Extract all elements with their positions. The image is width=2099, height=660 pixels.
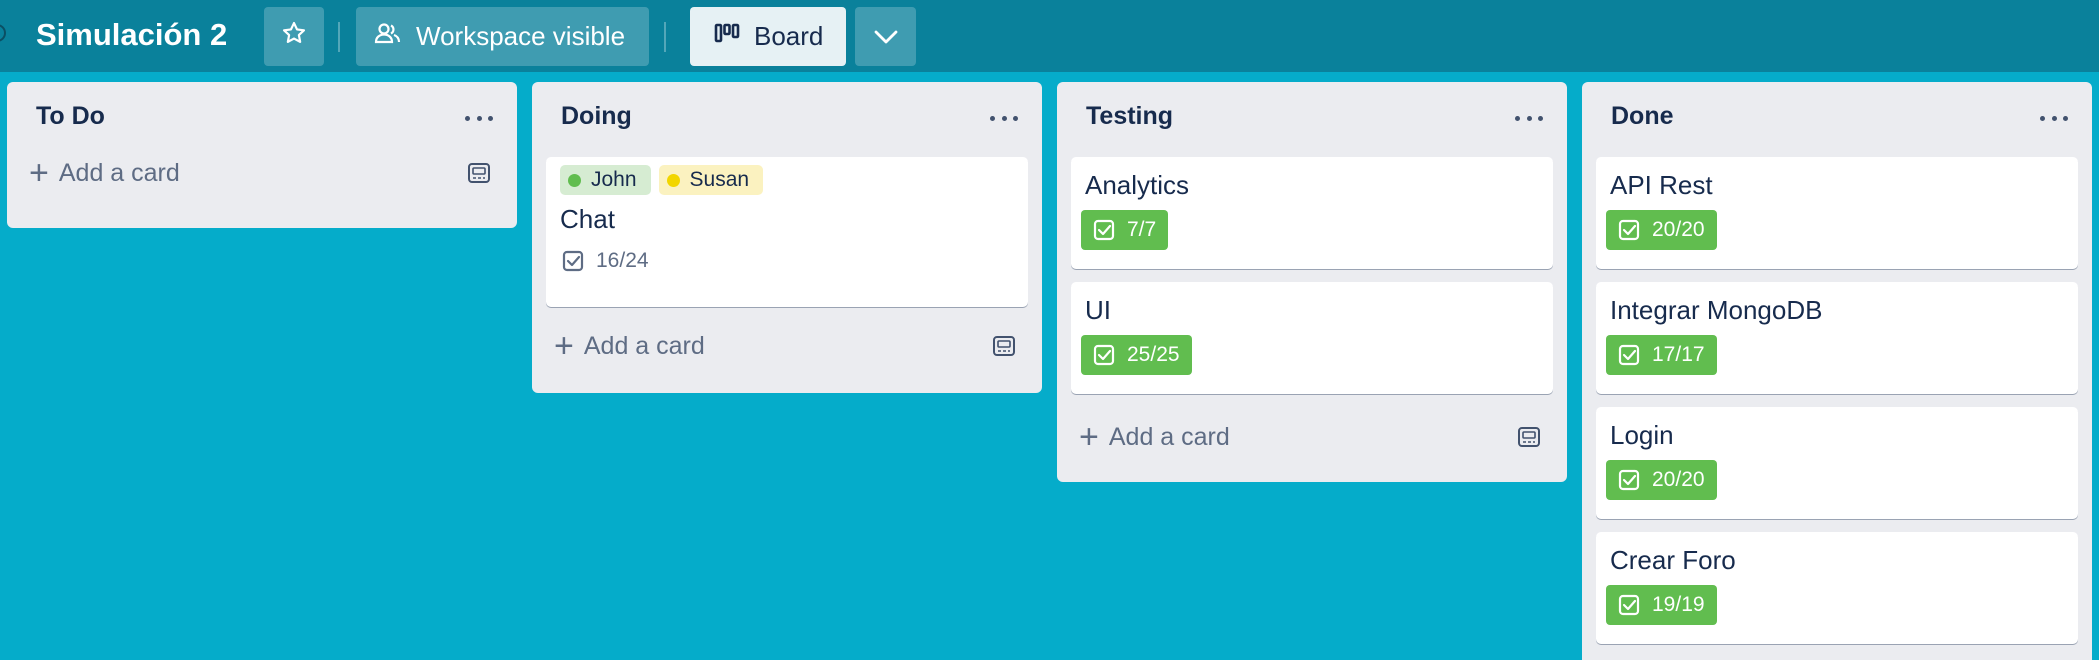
- card-title: Crear Foro: [1610, 545, 1736, 575]
- list-menu-button[interactable]: [2040, 104, 2068, 132]
- list-to-do: To Do + Add a card: [7, 82, 517, 228]
- add-card-button[interactable]: + Add a card: [546, 321, 1028, 371]
- plus-icon: +: [29, 154, 49, 192]
- list-menu-button[interactable]: [465, 104, 493, 132]
- add-card-button[interactable]: + Add a card: [1071, 412, 1553, 462]
- label-john[interactable]: John: [560, 165, 651, 195]
- card[interactable]: Crear Foro 19/19: [1596, 532, 2078, 644]
- card[interactable]: Integrar MongoDB 17/17: [1596, 282, 2078, 394]
- checklist-icon: [1618, 594, 1640, 616]
- board-view-button[interactable]: Board: [690, 7, 846, 66]
- checklist-badge: 20/20: [1606, 460, 1717, 500]
- visibility-label: Workspace visible: [416, 21, 626, 51]
- list-testing: Testing Analytics 7/7 UI 25/25 + Add a c…: [1057, 82, 1567, 482]
- list-title[interactable]: Done: [1611, 102, 1674, 131]
- list-title[interactable]: Testing: [1086, 102, 1173, 131]
- checklist-badge: 7/7: [1081, 210, 1169, 250]
- star-icon: [281, 20, 307, 53]
- card-title: API Rest: [1610, 170, 1713, 200]
- header-divider: [338, 22, 340, 52]
- checklist-icon: [1618, 469, 1640, 491]
- add-card-button[interactable]: + Add a card: [21, 148, 503, 198]
- create-from-template-icon[interactable]: [467, 162, 491, 191]
- board-view-icon: [714, 21, 740, 52]
- list-title[interactable]: To Do: [36, 102, 105, 131]
- board-view-label: Board: [754, 21, 824, 51]
- create-from-template-icon[interactable]: [992, 335, 1016, 364]
- checklist-count: 7/7: [1127, 218, 1157, 241]
- card-title: Chat: [560, 204, 615, 234]
- list-doing: Doing John Susan Chat 16/24 + Add a card: [532, 82, 1042, 393]
- workspace-people-icon: [374, 20, 402, 53]
- label-text: John: [591, 168, 637, 191]
- card[interactable]: John Susan Chat 16/24: [546, 157, 1028, 307]
- card-title: Login: [1610, 420, 1674, 450]
- create-from-template-icon[interactable]: [1517, 426, 1541, 455]
- list-title[interactable]: Doing: [561, 102, 632, 131]
- card[interactable]: API Rest 20/20: [1596, 157, 2078, 269]
- checklist-count: 19/19: [1652, 593, 1705, 616]
- add-card-label: Add a card: [58, 158, 180, 187]
- card[interactable]: Analytics 7/7: [1071, 157, 1553, 269]
- header-divider: [664, 22, 666, 52]
- checklist-icon: [1618, 219, 1640, 241]
- card-labels: John Susan: [560, 165, 1014, 195]
- checklist-count: 17/17: [1652, 343, 1705, 366]
- checklist-badge: 16/24: [556, 241, 661, 281]
- list-menu-button[interactable]: [1515, 104, 1543, 132]
- card[interactable]: UI 25/25: [1071, 282, 1553, 394]
- checklist-count: 20/20: [1652, 218, 1705, 241]
- member-avatar[interactable]: [0, 24, 6, 42]
- card[interactable]: Login 20/20: [1596, 407, 2078, 519]
- add-card-label: Add a card: [1108, 422, 1230, 451]
- card-title: UI: [1085, 295, 1111, 325]
- checklist-badge: 17/17: [1606, 335, 1717, 375]
- board-title[interactable]: Simulación 2: [36, 14, 227, 56]
- checklist-count: 16/24: [596, 249, 649, 272]
- label-text: Susan: [689, 168, 750, 191]
- checklist-badge: 19/19: [1606, 585, 1717, 625]
- checklist-badge: 20/20: [1606, 210, 1717, 250]
- checklist-icon: [562, 250, 584, 272]
- plus-icon: +: [1079, 418, 1099, 456]
- checklist-icon: [1093, 219, 1115, 241]
- label-susan[interactable]: Susan: [658, 165, 764, 195]
- board-header: Simulación 2 Workspace visible Board: [0, 0, 2099, 72]
- plus-icon: +: [554, 327, 574, 365]
- checklist-count: 25/25: [1127, 343, 1180, 366]
- view-switcher-button[interactable]: [855, 7, 916, 66]
- checklist-icon: [1093, 344, 1115, 366]
- list-menu-button[interactable]: [990, 104, 1018, 132]
- star-board-button[interactable]: [264, 7, 324, 66]
- checklist-icon: [1618, 344, 1640, 366]
- checklist-badge: 25/25: [1081, 335, 1192, 375]
- card-title: Analytics: [1085, 170, 1190, 200]
- list-done: Done API Rest 20/20 Integrar MongoDB 17/…: [1582, 82, 2092, 660]
- visibility-button[interactable]: Workspace visible: [356, 7, 649, 66]
- add-card-label: Add a card: [583, 331, 705, 360]
- card-title: Integrar MongoDB: [1610, 295, 1823, 325]
- chevron-down-icon: [873, 21, 899, 52]
- checklist-count: 20/20: [1652, 468, 1705, 491]
